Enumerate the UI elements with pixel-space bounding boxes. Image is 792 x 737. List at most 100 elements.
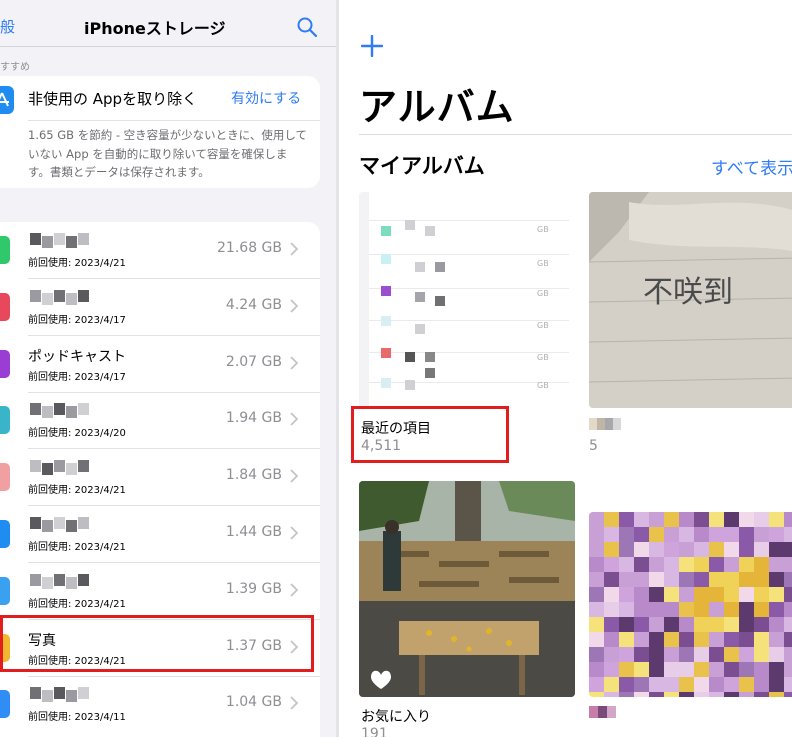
mosaic-cell bbox=[589, 512, 604, 527]
plus-icon[interactable] bbox=[361, 35, 383, 57]
app-name-blur bbox=[30, 517, 89, 532]
mosaic-cell bbox=[679, 587, 694, 602]
mosaic-cell bbox=[664, 527, 679, 542]
mosaic-cell bbox=[724, 692, 739, 697]
mosaic-cell bbox=[679, 662, 694, 677]
recents-highlight bbox=[351, 406, 509, 463]
album-thumb-recents[interactable]: GB GB GB GB GB GB bbox=[359, 192, 575, 408]
app-last-used: 前回使用: 2023/4/17 bbox=[28, 314, 126, 326]
album-thumb-favorites[interactable] bbox=[359, 481, 575, 697]
mosaic-cell bbox=[694, 677, 709, 692]
mosaic-cell bbox=[769, 632, 784, 647]
app-row[interactable]: 前回使用: 2023/4/11 1.04 GB bbox=[0, 676, 320, 733]
mosaic-cell bbox=[709, 557, 724, 572]
mosaic-cell bbox=[724, 602, 739, 617]
mosaic-cell bbox=[709, 572, 724, 587]
mosaic-cell bbox=[619, 587, 634, 602]
blur-block bbox=[54, 460, 65, 473]
app-row[interactable]: 前回使用: 2023/4/21 1.44 GB bbox=[0, 506, 320, 563]
mosaic-cell bbox=[664, 587, 679, 602]
blur-block bbox=[30, 460, 41, 473]
mosaic-cell bbox=[739, 647, 754, 662]
mosaic-cell bbox=[724, 677, 739, 692]
app-size: 1.84 GB bbox=[225, 467, 282, 484]
mosaic-cell bbox=[634, 662, 649, 677]
albums-title: アルバム bbox=[359, 85, 515, 129]
enable-button[interactable]: 有効にする bbox=[231, 88, 301, 108]
mosaic-cell bbox=[709, 647, 724, 662]
mosaic-cell bbox=[724, 617, 739, 632]
app-name-blur bbox=[30, 460, 89, 476]
app-row[interactable]: 前回使用: 2023/4/21 21.68 GB bbox=[0, 222, 320, 279]
mosaic-cell bbox=[724, 572, 739, 587]
mosaic-cell bbox=[769, 692, 784, 697]
app-row[interactable]: 前回使用: 2023/4/17 4.24 GB bbox=[0, 279, 320, 336]
mosaic-cell bbox=[769, 602, 784, 617]
blur-block bbox=[30, 573, 41, 586]
mosaic-cell bbox=[604, 527, 619, 542]
mosaic-cell bbox=[589, 632, 604, 647]
mosaic-cell bbox=[739, 662, 754, 677]
mosaic-cell bbox=[634, 542, 649, 557]
mosaic-cell bbox=[589, 587, 604, 602]
mosaic-cell bbox=[589, 602, 604, 617]
mosaic-cell bbox=[649, 662, 664, 677]
mosaic-cell bbox=[784, 602, 792, 617]
app-row[interactable]: 前回使用: 2023/4/21 1.39 GB bbox=[0, 563, 320, 620]
app-row[interactable]: 前回使用: 2023/4/21 1.84 GB bbox=[0, 449, 320, 507]
blur-block bbox=[78, 289, 89, 302]
mosaic-cell bbox=[709, 632, 724, 647]
chevron-right-icon bbox=[290, 526, 298, 540]
back-button[interactable]: 般 bbox=[0, 16, 15, 37]
blur-block bbox=[78, 460, 89, 473]
mosaic-cell bbox=[724, 557, 739, 572]
mosaic-cell bbox=[619, 617, 634, 632]
blur-block bbox=[66, 690, 77, 703]
svg-text:GB: GB bbox=[537, 259, 549, 268]
app-size: 1.39 GB bbox=[225, 580, 282, 597]
mosaic-cell bbox=[739, 542, 754, 557]
mosaic-cell bbox=[634, 617, 649, 632]
blur-block bbox=[78, 517, 89, 529]
mosaic-cell bbox=[634, 527, 649, 542]
mosaic-cell bbox=[694, 602, 709, 617]
mosaic-cell bbox=[634, 677, 649, 692]
mosaic-cell bbox=[604, 647, 619, 662]
album-name-favorites: お気に入り bbox=[361, 709, 431, 725]
mosaic-cell bbox=[754, 542, 769, 557]
app-last-used: 前回使用: 2023/4/21 bbox=[28, 258, 126, 269]
mosaic-cell bbox=[784, 647, 792, 662]
album-name-4-blur bbox=[589, 706, 616, 718]
app-row[interactable]: ポッドキャスト 前回使用: 2023/4/17 2.07 GB bbox=[0, 336, 320, 393]
page-title: iPhoneストレージ bbox=[84, 19, 226, 38]
app-size: 1.04 GB bbox=[225, 694, 282, 711]
mosaic-cell bbox=[589, 557, 604, 572]
blur-block bbox=[30, 517, 41, 529]
mosaic-cell bbox=[589, 647, 604, 662]
svg-text:不咲到: 不咲到 bbox=[643, 275, 733, 310]
mosaic-cell bbox=[754, 647, 769, 662]
album-thumb-2[interactable]: 不咲到 bbox=[589, 192, 792, 408]
chevron-right-icon bbox=[290, 242, 298, 256]
app-icon bbox=[0, 690, 10, 719]
album-thumb-4[interactable] bbox=[589, 512, 792, 697]
search-icon[interactable] bbox=[296, 16, 318, 38]
mosaic-cell bbox=[739, 557, 754, 572]
app-row[interactable]: 前回使用: 2023/4/20 1.94 GB bbox=[0, 392, 320, 450]
section-header: すすめ bbox=[0, 62, 30, 73]
mosaic-cell bbox=[694, 692, 709, 697]
mosaic-cell bbox=[604, 587, 619, 602]
mosaic-cell bbox=[619, 602, 634, 617]
app-last-used: 前回使用: 2023/4/21 bbox=[28, 542, 126, 553]
mosaic-cell bbox=[754, 587, 769, 602]
mosaic-cell bbox=[784, 587, 792, 602]
mosaic-cell bbox=[649, 527, 664, 542]
album-count-2: 5 bbox=[589, 438, 598, 454]
see-all-link[interactable]: すべて表示 bbox=[711, 154, 792, 179]
mosaic-cell bbox=[634, 692, 649, 697]
mosaic-cell bbox=[769, 587, 784, 602]
mosaic-cell bbox=[739, 572, 754, 587]
my-albums-header: マイアルバム bbox=[359, 154, 485, 178]
mosaic-cell bbox=[754, 662, 769, 677]
mosaic-cell bbox=[619, 527, 634, 542]
